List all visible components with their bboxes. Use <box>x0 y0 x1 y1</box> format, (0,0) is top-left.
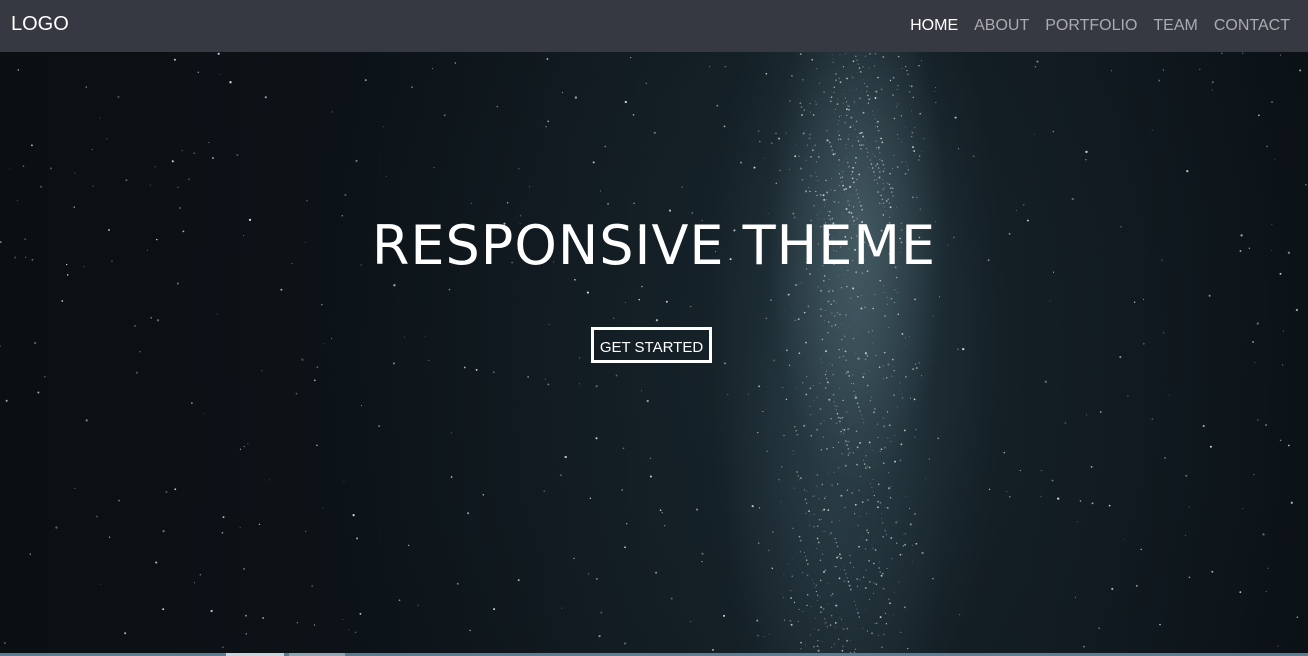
nav-link-home[interactable]: HOME <box>910 17 958 34</box>
logo-link[interactable]: LOGO <box>11 13 69 36</box>
nav-link-contact[interactable]: CONTACT <box>1214 17 1290 34</box>
nav-menu: HOME ABOUT PORTFOLIO TEAM CONTACT <box>894 0 1290 52</box>
get-started-button[interactable]: GET STARTED <box>591 327 712 363</box>
nav-item-contact: CONTACT <box>1214 17 1290 35</box>
nav-item-about: ABOUT <box>974 17 1029 35</box>
nav-item-team: TEAM <box>1153 17 1197 35</box>
navbar: LOGO HOME ABOUT PORTFOLIO TEAM CONTACT <box>0 0 1308 52</box>
hero-title: RESPONSIVE THEME <box>371 214 937 277</box>
nav-link-about[interactable]: ABOUT <box>974 17 1029 34</box>
page: LOGO HOME ABOUT PORTFOLIO TEAM CONTACT R… <box>0 0 1308 656</box>
nav-item-home: HOME <box>910 17 958 35</box>
nav-item-portfolio: PORTFOLIO <box>1045 17 1137 35</box>
nav-link-portfolio[interactable]: PORTFOLIO <box>1045 17 1137 34</box>
nav-link-team[interactable]: TEAM <box>1153 17 1197 34</box>
